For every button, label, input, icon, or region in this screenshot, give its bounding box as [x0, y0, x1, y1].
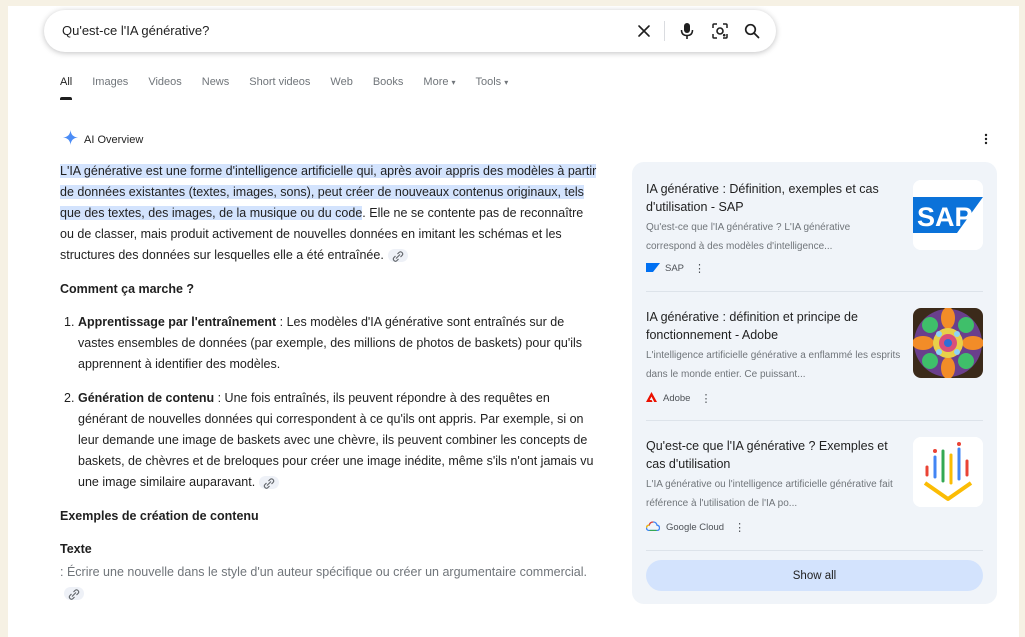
- source-card-google-cloud[interactable]: Qu'est-ce que l'IA générative ? Exemples…: [645, 437, 983, 537]
- step-title: Génération de contenu: [78, 391, 215, 405]
- search-tabs: All Images Videos News Short videos Web …: [60, 76, 528, 100]
- list-item: 2. Génération de contenu : Une fois entr…: [64, 388, 600, 493]
- source-title[interactable]: IA générative : Définition, exemples et …: [646, 180, 902, 216]
- ai-overview-title: AI Overview: [84, 134, 144, 146]
- sources-panel: IA générative : Définition, exemples et …: [632, 162, 997, 604]
- source-meta: Adobe ⋮: [646, 392, 711, 405]
- source-title[interactable]: IA générative : définition et principe d…: [646, 308, 902, 344]
- texte-heading: Texte: [60, 542, 92, 556]
- step-text: : Une fois entraînés, ils peuvent répond…: [78, 391, 594, 489]
- more-options-icon[interactable]: [984, 132, 988, 150]
- source-card-sap[interactable]: IA générative : Définition, exemples et …: [646, 180, 983, 280]
- steps-list: 1. Apprentissage par l'entraînement : Le…: [60, 312, 600, 493]
- search-divider: [664, 21, 665, 41]
- close-icon[interactable]: [634, 21, 654, 41]
- tab-tools[interactable]: Tools ▾: [476, 76, 509, 100]
- examples-heading: Exemples de création de contenu: [60, 509, 259, 523]
- step-title: Apprentissage par l'entraînement: [78, 315, 277, 329]
- lens-icon[interactable]: [710, 21, 730, 41]
- source-snippet: Qu'est-ce que l'IA générative ? L'IA gén…: [646, 222, 851, 252]
- overview-intro: L'IA générative est une forme d'intellig…: [60, 161, 600, 266]
- tab-all[interactable]: All: [60, 76, 73, 100]
- tab-videos[interactable]: Videos: [148, 76, 181, 100]
- kaleidoscope-thumbnail: [913, 308, 983, 378]
- link-icon[interactable]: [387, 249, 408, 263]
- source-title[interactable]: Qu'est-ce que l'IA générative ? Exemples…: [646, 437, 902, 473]
- source-site: SAP: [665, 263, 685, 274]
- list-number: 1.: [64, 315, 75, 329]
- search-results-page: Qu'est-ce l'IA générative? All Images Vi…: [8, 6, 1019, 637]
- link-icon[interactable]: [259, 476, 280, 490]
- chevron-down-icon: ▾: [504, 78, 509, 87]
- source-meta: SAP ⋮: [646, 262, 705, 275]
- more-options-icon[interactable]: ⋮: [694, 262, 705, 275]
- tab-short-videos[interactable]: Short videos: [249, 76, 310, 100]
- tab-images[interactable]: Images: [92, 76, 128, 100]
- list-number: 2.: [64, 391, 75, 405]
- source-snippet: L'intelligence artificielle générative a…: [646, 350, 901, 380]
- divider: [646, 291, 983, 292]
- list-item: 1. Apprentissage par l'entraînement : Le…: [64, 312, 600, 375]
- more-options-icon[interactable]: ⋮: [700, 392, 711, 405]
- search-input[interactable]: Qu'est-ce l'IA générative?: [62, 23, 209, 38]
- source-site: Google Cloud: [666, 522, 725, 533]
- gemini-sparkle-icon: [63, 130, 78, 150]
- source-meta: Google Cloud ⋮: [645, 521, 745, 534]
- google-ai-thumbnail: [913, 437, 983, 507]
- ai-overview-header: AI Overview: [63, 130, 143, 150]
- tab-news[interactable]: News: [202, 76, 230, 100]
- mic-icon[interactable]: [677, 21, 697, 41]
- show-all-button[interactable]: Show all: [646, 560, 983, 591]
- ai-overview-content: L'IA générative est une forme d'intellig…: [60, 161, 600, 604]
- sap-logo-text: SAP: [917, 202, 973, 232]
- sap-logo: SAP: [913, 180, 983, 250]
- google-cloud-favicon-icon: [645, 521, 661, 534]
- how-it-works-heading: Comment ça marche ?: [60, 282, 195, 296]
- divider: [646, 550, 983, 551]
- sap-favicon-icon: [646, 262, 660, 275]
- tab-books[interactable]: Books: [373, 76, 404, 100]
- tab-more[interactable]: More ▾: [423, 76, 455, 100]
- texte-body: : Écrire une nouvelle dans le style d'un…: [60, 562, 600, 604]
- link-icon[interactable]: [64, 587, 84, 601]
- adobe-favicon-icon: [646, 392, 657, 405]
- source-card-adobe[interactable]: IA générative : définition et principe d…: [646, 308, 983, 408]
- divider: [646, 420, 983, 421]
- more-options-icon[interactable]: ⋮: [734, 521, 745, 534]
- source-snippet: L'IA générative ou l'intelligence artifi…: [646, 479, 893, 509]
- search-icon[interactable]: [742, 21, 762, 41]
- source-site: Adobe: [663, 393, 691, 404]
- tab-web[interactable]: Web: [330, 76, 352, 100]
- chevron-down-icon: ▾: [451, 78, 456, 87]
- search-bar[interactable]: Qu'est-ce l'IA générative?: [44, 10, 776, 52]
